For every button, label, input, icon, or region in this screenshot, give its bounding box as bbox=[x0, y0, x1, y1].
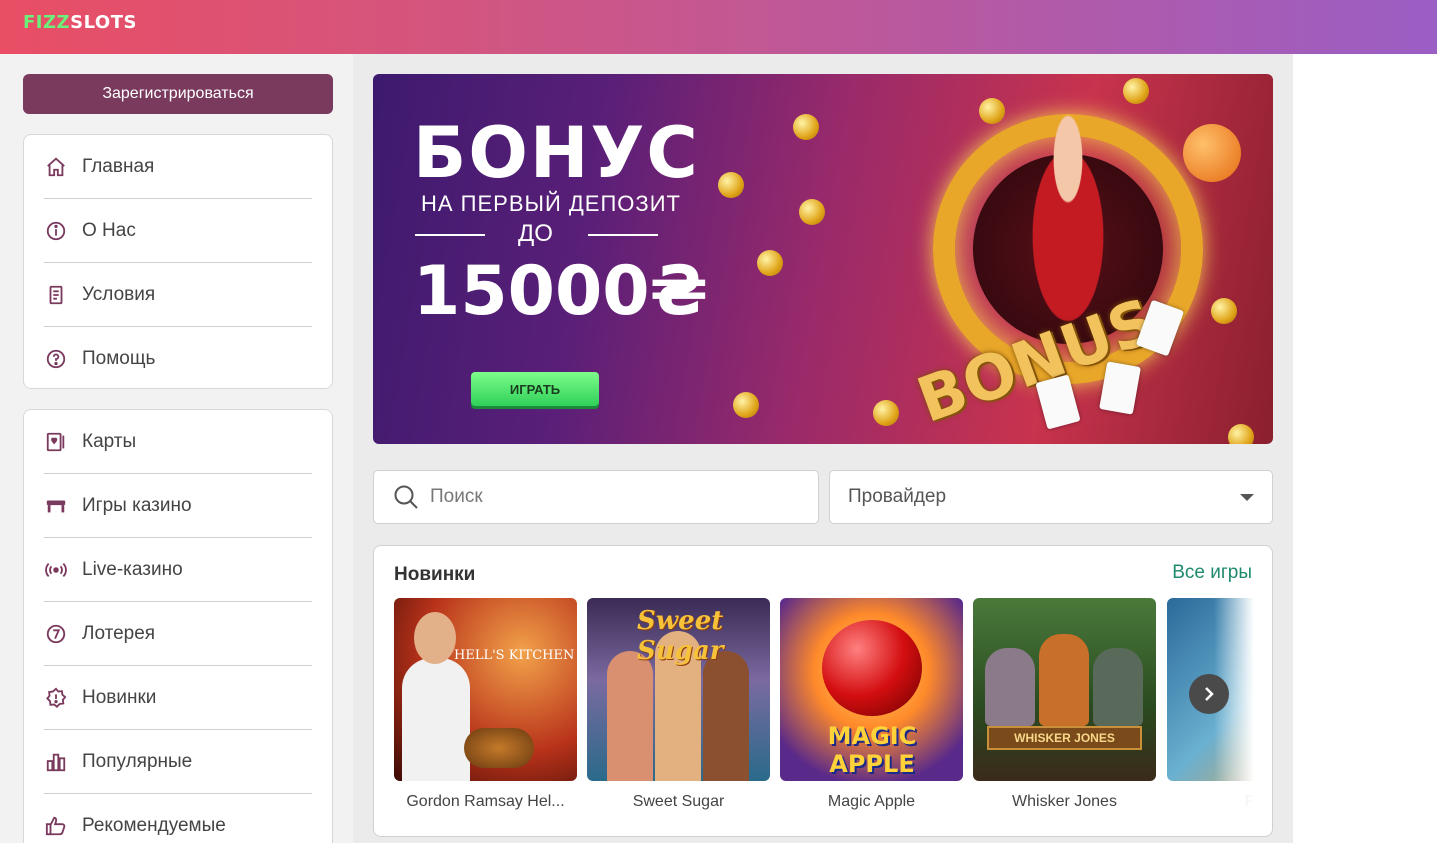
main-menu: Главная О Нас Условия Помощь bbox=[23, 134, 333, 389]
game-thumbnail[interactable]: MAGIC APPLE bbox=[780, 598, 963, 781]
game-tile[interactable]: WHISKER JONES Whisker Jones bbox=[973, 598, 1156, 811]
sidebar-item-label: Рекомендуемые bbox=[82, 815, 226, 836]
banner-upto: ДО bbox=[413, 220, 658, 248]
sidebar-item-label: Новинки bbox=[82, 686, 157, 708]
game-tile[interactable]: HELL'S KITCHEN Gordon Ramsay Hel... bbox=[394, 598, 577, 811]
chevron-right-icon bbox=[1205, 687, 1214, 701]
game-name: Sweet Sugar bbox=[632, 793, 725, 810]
coin-art bbox=[799, 199, 825, 225]
sidebar-item-cards[interactable]: Карты bbox=[44, 410, 312, 474]
new-icon bbox=[44, 686, 68, 710]
register-button[interactable]: Зарегистрироваться bbox=[23, 74, 333, 114]
banner-title: БОНУС bbox=[413, 112, 700, 194]
thumbs-up-icon bbox=[44, 814, 68, 838]
site-logo[interactable]: FIZZSLOTS bbox=[23, 12, 137, 33]
character-art bbox=[607, 651, 653, 781]
banner-subtitle: НА ПЕРВЫЙ ДЕПОЗИТ bbox=[421, 191, 681, 216]
sidebar-item-label: Live-казино bbox=[82, 558, 183, 580]
apple-art bbox=[822, 620, 922, 716]
home-icon bbox=[44, 155, 68, 179]
logo-fizz: FIZZ bbox=[23, 12, 71, 33]
sidebar: Зарегистрироваться Главная О Нас Условия… bbox=[0, 54, 353, 843]
coin-art bbox=[1123, 78, 1149, 104]
coin-art bbox=[873, 400, 899, 426]
game-tile[interactable]: Sweet Sugar Sweet Sugar bbox=[587, 598, 770, 811]
coin-art bbox=[757, 250, 783, 276]
coin-art bbox=[1211, 298, 1237, 324]
burger-art bbox=[464, 728, 534, 768]
thumbnail-logo-text: MAGIC APPLE bbox=[827, 722, 917, 778]
game-thumbnail[interactable]: WHISKER JONES bbox=[973, 598, 1156, 781]
chevron-down-icon bbox=[1240, 493, 1254, 501]
main-content: БОНУС НА ПЕРВЫЙ ДЕПОЗИТ ДО 15000₴ ИГРАТЬ… bbox=[353, 54, 1293, 843]
sidebar-item-help[interactable]: Помощь bbox=[44, 327, 312, 391]
info-icon bbox=[44, 219, 68, 243]
help-icon bbox=[44, 347, 68, 371]
cat-character-art bbox=[1039, 634, 1089, 726]
games-carousel: HELL'S KITCHEN Gordon Ramsay Hel... Swee… bbox=[394, 598, 1254, 818]
coin-art bbox=[793, 114, 819, 140]
sidebar-item-lottery[interactable]: Лотерея bbox=[44, 602, 312, 666]
game-name: Gordon Ramsay Hel... bbox=[406, 793, 565, 810]
game-tile[interactable]: MAGIC APPLE Magic Apple bbox=[780, 598, 963, 811]
coin-art bbox=[979, 98, 1005, 124]
banner-amount: 15000₴ bbox=[413, 252, 709, 331]
right-margin bbox=[1293, 54, 1437, 843]
sidebar-item-label: Карты bbox=[82, 430, 137, 452]
sidebar-item-label: Помощь bbox=[82, 348, 156, 369]
chef-figure-art bbox=[402, 658, 470, 781]
provider-label: Провайдер bbox=[848, 486, 947, 507]
slot-lever-art bbox=[1183, 124, 1241, 182]
sidebar-item-label: Условия bbox=[82, 283, 156, 305]
sidebar-item-label: О Нас bbox=[82, 219, 136, 241]
logo-slots: SLOTS bbox=[70, 12, 137, 33]
games-menu: Карты Игры казино Live-казино Лотерея Но… bbox=[23, 409, 333, 843]
game-name: Whisker Jones bbox=[1012, 793, 1117, 810]
carousel-next-button[interactable] bbox=[1189, 674, 1229, 714]
sidebar-item-label: Популярные bbox=[82, 750, 193, 772]
game-name: Magic Apple bbox=[827, 793, 916, 810]
search-icon bbox=[392, 483, 420, 511]
bar-chart-icon bbox=[44, 750, 68, 774]
game-thumbnail[interactable]: Sweet Sugar bbox=[587, 598, 770, 781]
lottery-icon bbox=[44, 622, 68, 646]
cards-icon bbox=[44, 430, 68, 454]
sidebar-item-new[interactable]: Новинки bbox=[44, 666, 312, 730]
sidebar-item-terms[interactable]: Условия bbox=[44, 263, 312, 327]
cat-character-art bbox=[985, 648, 1035, 726]
promo-banner[interactable]: БОНУС НА ПЕРВЫЙ ДЕПОЗИТ ДО 15000₴ ИГРАТЬ… bbox=[373, 74, 1273, 444]
sidebar-item-live-casino[interactable]: Live-казино bbox=[44, 538, 312, 602]
sidebar-item-popular[interactable]: Популярные bbox=[44, 730, 312, 794]
provider-select[interactable]: Провайдер bbox=[829, 470, 1273, 524]
sidebar-item-casino-games[interactable]: Игры казино bbox=[44, 474, 312, 538]
game-thumbnail[interactable]: HELL'S KITCHEN bbox=[394, 598, 577, 781]
search-input[interactable] bbox=[430, 486, 810, 508]
search-box[interactable] bbox=[373, 470, 819, 524]
sidebar-item-about[interactable]: О Нас bbox=[44, 199, 312, 263]
playing-card-art bbox=[1099, 361, 1141, 415]
hostess-figure-art bbox=[1013, 104, 1123, 324]
chef-head-art bbox=[414, 612, 456, 664]
thumbnail-logo-text: Sweet Sugar bbox=[637, 606, 724, 666]
thumbnail-logo-text: WHISKER JONES bbox=[987, 726, 1142, 750]
sidebar-item-label: Лотерея bbox=[82, 622, 156, 644]
thumbnail-logo-text: HELL'S KITCHEN bbox=[454, 648, 575, 663]
all-games-link[interactable]: Все игры bbox=[1172, 562, 1252, 584]
character-art bbox=[703, 651, 749, 781]
casino-table-icon bbox=[44, 494, 68, 518]
sidebar-item-label: Игры казино bbox=[82, 494, 192, 516]
coin-art bbox=[1228, 424, 1254, 444]
top-header: FIZZSLOTS bbox=[0, 0, 1437, 54]
sidebar-item-home[interactable]: Главная bbox=[44, 135, 312, 199]
sidebar-item-recommended[interactable]: Рекомендуемые bbox=[44, 794, 312, 843]
coin-art bbox=[733, 392, 759, 418]
cat-character-art bbox=[1093, 648, 1143, 726]
sidebar-item-label: Главная bbox=[82, 155, 155, 177]
new-games-section: Новинки Все игры HELL'S KITCHEN Gordon R… bbox=[373, 545, 1273, 837]
section-title: Новинки bbox=[394, 564, 476, 585]
document-icon bbox=[44, 283, 68, 307]
live-broadcast-icon bbox=[44, 558, 68, 582]
coin-art bbox=[718, 172, 744, 198]
play-button[interactable]: ИГРАТЬ bbox=[471, 372, 599, 406]
